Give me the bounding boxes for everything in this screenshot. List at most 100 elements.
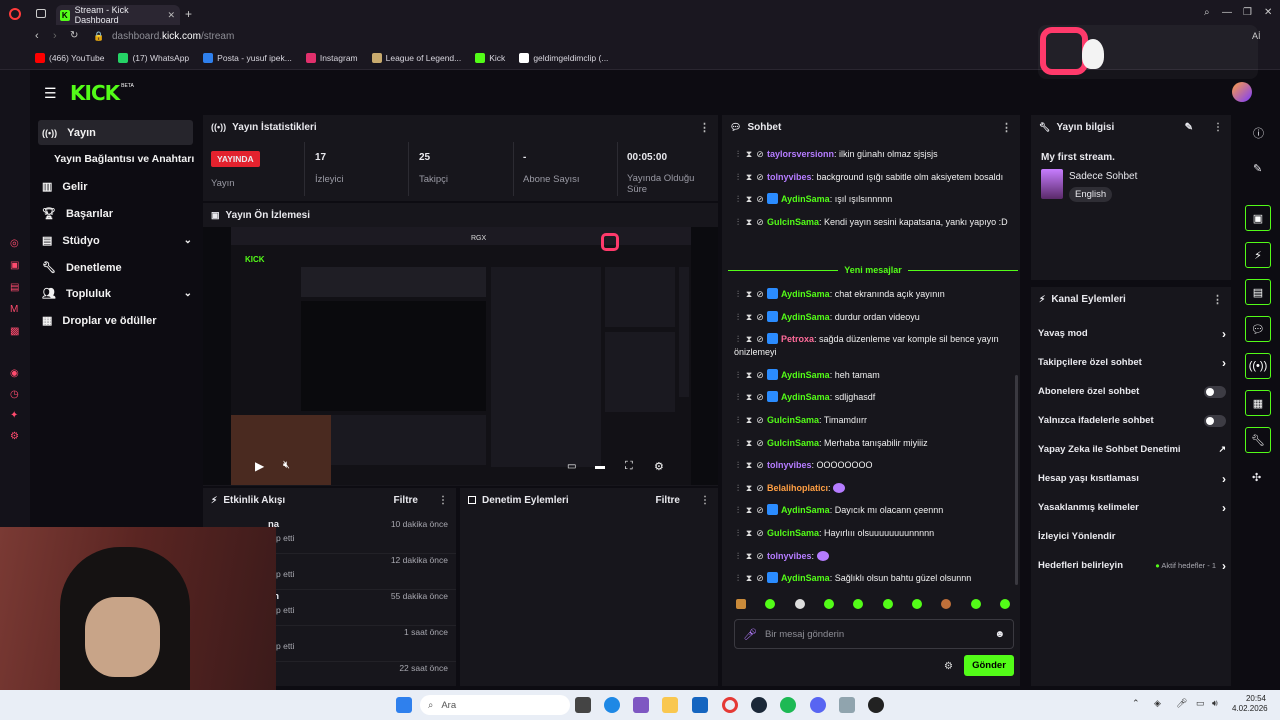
player-icon[interactable]: ◉: [10, 368, 19, 379]
emote-icon[interactable]: [853, 599, 864, 609]
chat-username[interactable]: AydinSama: [781, 505, 830, 515]
chat-username[interactable]: Petroxa: [781, 334, 814, 344]
chat-username[interactable]: AydinSama: [781, 392, 830, 402]
ban-icon[interactable]: ⊘: [756, 482, 764, 495]
more-options-icon[interactable]: ⋮: [1212, 293, 1223, 306]
chat-message[interactable]: ⫶ ⧗ ⊘ GulcinSama: Kendi yayın sesini kapats…: [734, 216, 1012, 229]
chat-message[interactable]: ⫶ ⧗ ⊘ tolnyvibes: OOOOOOOO: [734, 459, 1012, 472]
bookmark-item[interactable]: (466) YouTube: [35, 53, 104, 63]
close-tab-icon[interactable]: ✕: [167, 10, 175, 21]
chevron-right-icon[interactable]: ›: [1222, 356, 1226, 370]
file-explorer-icon[interactable]: [662, 697, 678, 713]
rail-notes-button[interactable]: ▤: [1245, 279, 1271, 305]
ban-icon[interactable]: ⊘: [756, 572, 764, 585]
chat-username[interactable]: Belalihoplaticı: [767, 483, 828, 493]
drag-handle-icon[interactable]: ⫶: [734, 459, 742, 472]
drag-handle-icon[interactable]: ⫶: [734, 216, 742, 229]
timeout-icon[interactable]: ⧗: [745, 527, 753, 540]
more-options-icon[interactable]: ⋮: [1213, 122, 1223, 133]
emote-icon[interactable]: [765, 599, 776, 609]
channel-action-item[interactable]: Yapay Zeka ile Sohbet Denetimi ↗: [1038, 435, 1226, 464]
task-view-icon[interactable]: [575, 697, 591, 713]
drag-handle-icon[interactable]: ⫶: [734, 550, 742, 563]
timeout-icon[interactable]: ⧗: [745, 311, 753, 324]
drag-handle-icon[interactable]: ⫶: [734, 171, 742, 184]
ban-icon[interactable]: ⊘: [756, 391, 764, 404]
play-icon[interactable]: ▶: [255, 459, 264, 473]
channel-action-item[interactable]: Abonelere özel sohbet: [1038, 377, 1226, 406]
toggle-switch[interactable]: [1204, 414, 1226, 427]
chat-message[interactable]: ⫶ ⧗ ⊘ AydinSama: chat ekranında açık yayını…: [734, 288, 1012, 301]
discord-icon[interactable]: [810, 697, 826, 713]
sidebar-item-droplar[interactable]: ▦ Droplar ve ödüller: [42, 314, 157, 328]
more-options-icon[interactable]: ⋮: [699, 121, 710, 134]
network-icon[interactable]: ▭: [1196, 698, 1205, 709]
browser-tab[interactable]: K Stream - Kick Dashboard ✕: [56, 5, 180, 25]
obs-icon[interactable]: [868, 697, 884, 713]
layers-icon[interactable]: ▤: [10, 282, 19, 293]
drag-handle-icon[interactable]: ⫶: [734, 391, 742, 404]
ban-icon[interactable]: ⊘: [756, 216, 764, 229]
rail-mod-button[interactable]: ▦: [1245, 390, 1271, 416]
emote-icon[interactable]: [999, 599, 1010, 609]
drag-handle-icon[interactable]: ⫶: [734, 414, 742, 427]
drag-handle-icon[interactable]: ⫶: [734, 572, 742, 585]
chevron-right-icon[interactable]: ›: [1222, 472, 1226, 486]
timeout-icon[interactable]: ⧗: [745, 369, 753, 382]
tray-chevron-icon[interactable]: ⌃: [1132, 698, 1140, 709]
integrations-icon[interactable]: ✣: [1252, 471, 1261, 484]
timeout-icon[interactable]: ⧗: [745, 216, 753, 229]
window-close-icon[interactable]: ✕: [1264, 7, 1272, 18]
channel-action-item[interactable]: Yasaklanmış kelimeler ›: [1038, 493, 1226, 522]
ban-icon[interactable]: ⊘: [756, 148, 764, 161]
minimize-icon[interactable]: —: [1222, 7, 1232, 18]
reload-icon[interactable]: ↻: [70, 30, 78, 41]
spotify-icon[interactable]: [780, 697, 796, 713]
chat-message[interactable]: ⫶ ⧗ ⊘ tolnyvibes: background ışığı sabitle …: [734, 171, 1012, 184]
extensions-icon[interactable]: ✦: [10, 410, 19, 421]
bookmark-item[interactable]: (17) WhatsApp: [118, 53, 189, 63]
chat-message[interactable]: ⫶ ⧗ ⊘ Petroxa: sağda düzenleme var komple s…: [734, 333, 1012, 359]
chat-message[interactable]: ⫶ ⧗ ⊘ Belalihoplaticı:: [734, 482, 1012, 495]
ban-icon[interactable]: ⊘: [756, 527, 764, 540]
activity-filter-button[interactable]: Filtre: [394, 495, 418, 506]
bookmark-item[interactable]: Posta - yusuf ipek...: [203, 53, 292, 63]
ban-icon[interactable]: ⊘: [756, 369, 764, 382]
timeout-icon[interactable]: ⧗: [745, 459, 753, 472]
chat-message[interactable]: ⫶ ⧗ ⊘ AydinSama: Sağlıklı olsun bahtu güzel…: [734, 572, 1012, 585]
channel-action-item[interactable]: Hesap yaşı kısıtlaması ›: [1038, 464, 1226, 493]
theater-icon[interactable]: ▬: [595, 461, 605, 472]
history-icon[interactable]: ◷: [10, 389, 19, 400]
timeout-icon[interactable]: ⧗: [745, 414, 753, 427]
sidebar-item-gelir[interactable]: ▥ Gelir: [42, 180, 87, 194]
emote-icon[interactable]: [911, 599, 922, 609]
messenger-icon[interactable]: M: [10, 304, 19, 315]
ban-icon[interactable]: ⊘: [756, 550, 764, 563]
ban-icon[interactable]: ⊘: [756, 504, 764, 517]
forward-icon[interactable]: ›: [53, 30, 57, 42]
bag-icon[interactable]: ▣: [10, 260, 19, 271]
chat-message[interactable]: ⫶ ⧗ ⊘ AydinSama: heh tamam: [734, 368, 1012, 382]
windows-start-icon[interactable]: [396, 697, 412, 713]
ban-icon[interactable]: ⊘: [756, 171, 764, 184]
rail-broadcast-button[interactable]: ((•)): [1245, 353, 1271, 379]
taskbar-search[interactable]: ⌕ Ara: [420, 695, 570, 715]
drag-handle-icon[interactable]: ⫶: [734, 369, 742, 382]
chat-username[interactable]: AydinSama: [781, 194, 830, 204]
drag-handle-icon[interactable]: ⫶: [734, 504, 742, 517]
rail-activity-button[interactable]: ⚡︎: [1245, 242, 1271, 268]
ban-icon[interactable]: ⊘: [756, 288, 764, 301]
drag-handle-icon[interactable]: ⫶: [734, 527, 742, 540]
more-options-icon[interactable]: ⋮: [1001, 121, 1012, 134]
chat-input[interactable]: 🎤︎ Bir mesaj gönderin ☻: [734, 619, 1014, 649]
ban-icon[interactable]: ⊘: [756, 414, 764, 427]
app-icon[interactable]: [839, 697, 855, 713]
chat-message[interactable]: ⫶ ⧗ ⊘ AydinSama: ışıl ışılsınnnnn: [734, 193, 1012, 206]
timeout-icon[interactable]: ⧗: [745, 482, 753, 495]
edge-icon[interactable]: [604, 697, 620, 713]
timeout-icon[interactable]: ⧗: [745, 193, 753, 206]
external-link-icon[interactable]: ↗: [1218, 444, 1226, 455]
timeout-icon[interactable]: ⧗: [745, 391, 753, 404]
chat-message[interactable]: ⫶ ⧗ ⊘ GulcinSama: Merhaba tanışabilir miyii…: [734, 437, 1012, 450]
chat-username[interactable]: tolnyvibes: [767, 551, 812, 561]
